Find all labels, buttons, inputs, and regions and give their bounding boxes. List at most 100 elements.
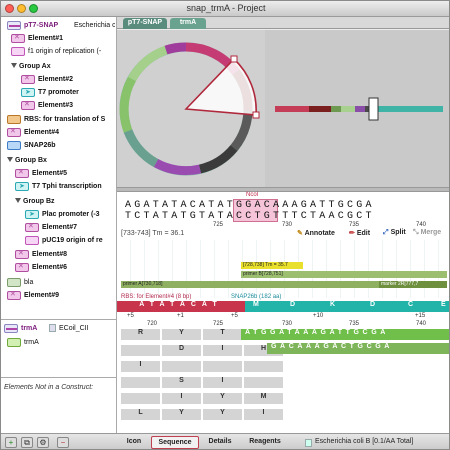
seq-part-icon [25,222,39,232]
bottom-bar: + ⧉ ⚙ − Icon Sequence Details Reagents E… [1,433,449,449]
plasmid-map-view[interactable] [117,30,449,187]
merge-button[interactable]: ⤡ Merge [413,229,441,237]
frame-cell[interactable]: Y [162,329,201,340]
tree-row[interactable]: Element#8 [15,248,115,261]
tab-reagents[interactable]: Reagents [243,436,287,449]
host-organism[interactable]: Escherichia coli B [0.1/AA Total] [315,438,413,445]
primer-b-bar[interactable]: primer B[728,751] [241,271,447,278]
tree-row-label: Element#9 [24,292,60,299]
tree-row[interactable]: Element#9 [7,289,115,302]
tree-row-label: T7 Tphi transcription [32,183,102,190]
tree-row[interactable]: Element#4 [7,126,115,139]
tree-row-trma-gene[interactable]: trmA [7,336,115,349]
tab-sequence[interactable]: Sequence [151,436,199,449]
posb-725: 725 [213,321,224,327]
frame-cell[interactable] [162,361,201,372]
frame-cell[interactable]: Y [203,409,242,420]
frame-cell[interactable]: I [203,377,242,388]
duplicate-button[interactable]: ⧉ [21,437,33,448]
window-title: snap_trmA - Project [186,3,266,13]
tree-row[interactable]: T7 Tphi transcription [15,180,115,193]
annotate-button[interactable]: ✎ Annotate [297,229,335,237]
tree-row[interactable]: T7 promoter [21,86,115,99]
frame-cell[interactable]: T [203,329,242,340]
orf-row-2[interactable]: GACAAAGACTGCGA [267,343,449,354]
frame-cell[interactable]: I [244,409,283,420]
tree-row[interactable]: f1 origin of replication (- [11,45,115,58]
plasmid-map [117,30,449,187]
settings-button[interactable]: ⚙ [37,437,49,448]
tree-row[interactable]: SNAP26b [7,139,115,152]
orf-row-1[interactable]: ATGGATAAAGATTGCGA [241,329,449,340]
tree-row-label: bla [24,279,34,286]
tree-row[interactable]: Element#1 [11,32,115,45]
edit-button[interactable]: ✏ Edit [349,229,370,237]
marker-bar[interactable]: marker 2R[777,7 [379,281,447,288]
tree-row[interactable]: RBS: for translation of S [7,113,115,126]
tab-details[interactable]: Details [201,436,239,449]
frame-cell[interactable] [244,361,283,372]
split-button[interactable]: ⤢ Split [383,229,406,237]
tree-row-label: pUC19 origin of re [42,237,103,244]
rbs-label: RBS: for Element#4 (8 bp) [121,294,192,300]
frame-cell[interactable]: Y [162,409,201,420]
frame-cell[interactable]: M [244,393,283,404]
pos-740: 740 [416,222,427,228]
snap-label: SNAP26b (182 aa) [231,294,282,300]
tree-row[interactable]: Plac promoter (-3 [25,208,115,221]
delete-button[interactable]: − [57,437,69,448]
disclosure-triangle-icon[interactable] [15,198,21,203]
add-button[interactable]: + [5,437,17,448]
frame-cell[interactable] [244,377,283,388]
tree-row[interactable]: Group Ax [11,60,115,73]
unassigned-elements-section: Elements Not in a Construct: [1,377,116,433]
frame-cell[interactable]: I [203,345,242,356]
tree-row-label: Element#5 [32,170,68,177]
bottom-strand[interactable]: TCTATATGTATACCTGTTTCTAACGCT [125,211,375,222]
frame-cell[interactable] [121,377,160,388]
prom-part-icon [21,88,35,97]
tab-icon[interactable]: Icon [119,436,149,449]
tree-row[interactable]: Element#7 [25,221,115,234]
tree-row[interactable]: Element#2 [21,73,115,86]
tree-row[interactable]: Element#6 [15,261,115,274]
tree-row[interactable]: pT7-SNAP Escherichia c [7,19,115,32]
title-bar: snap_trmA - Project [1,1,449,17]
frame-cell[interactable]: S [162,377,201,388]
frame-cell[interactable] [121,345,160,356]
frame-cell[interactable]: D [162,345,201,356]
frame-cell[interactable]: Y [203,393,242,404]
tree-row-label: f1 origin of replication (- [28,48,102,55]
seq-part-icon [15,249,29,259]
tab-pt7-snap[interactable]: pT7-SNAP [123,18,167,29]
frame-cell[interactable] [203,361,242,372]
disclosure-triangle-icon[interactable] [11,63,17,68]
sequence-view[interactable]: NcoI AGATATACATATGGACAAAGATTGCGA TCTATAT… [117,192,449,433]
frame-cell[interactable]: L [121,409,160,420]
tab-trma[interactable]: trmA [170,18,206,29]
tree-row[interactable]: Group Bx [7,154,115,167]
frame-cell[interactable]: I [121,361,160,372]
frame-cell[interactable] [121,393,160,404]
rbs-track[interactable]: ATATACAT [117,301,245,312]
primer-a-bar[interactable]: [728,738] Tm = 35.7 [241,262,303,269]
tree-row-label: Element#4 [24,129,60,136]
frame-cell[interactable]: R [121,329,160,340]
tree-row[interactable]: pUC19 origin of re [25,234,115,247]
frame-cell[interactable]: I [162,393,201,404]
seq-part-icon [11,33,25,43]
seq-part-icon [21,74,35,84]
disclosure-triangle-icon[interactable] [7,157,13,162]
tree-row[interactable]: Element#3 [21,99,115,112]
tree-row[interactable]: Group Bz [15,195,115,208]
snap-track[interactable]: M D K D C E [245,301,449,312]
top-strand[interactable]: AGATATACATATGGACAAAGATTGCGA [125,200,375,211]
tree-row-label: SNAP26b [24,142,56,149]
tree-row[interactable]: bla [7,276,115,289]
pos-735: 735 [349,222,360,228]
tree-row-label: Group Bz [23,198,55,205]
tree-row-trma[interactable]: trmA ECoil_CII [4,322,114,335]
pos-725: 725 [213,222,224,228]
tree-row[interactable]: Element#5 [15,167,115,180]
tree-row-label: Group Bx [15,157,47,164]
